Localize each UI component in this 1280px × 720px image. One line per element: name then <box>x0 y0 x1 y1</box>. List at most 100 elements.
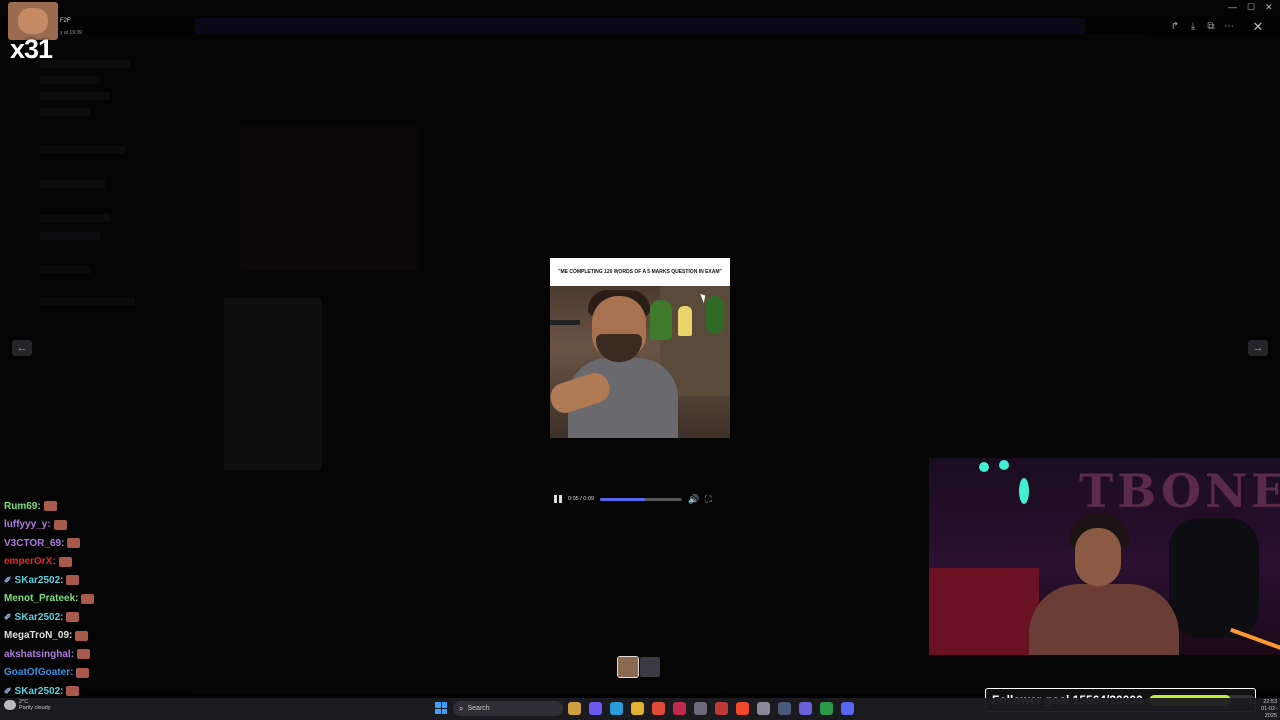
app-icon-red[interactable] <box>673 702 686 715</box>
widgets-icon[interactable] <box>568 702 581 715</box>
video-time: 0:05 / 0:09 <box>568 496 594 502</box>
chat-username: SKar2502: <box>14 611 64 623</box>
chat-message: luffyyy_y: <box>4 516 194 535</box>
share-icon[interactable]: ↱ <box>1168 20 1182 34</box>
sword-badge-icon: ✐ <box>4 611 12 622</box>
chat-username: akshatsinghal: <box>4 648 75 660</box>
chat-message: ✐ SKar2502: <box>4 571 194 590</box>
app-icon-grey[interactable] <box>757 702 770 715</box>
chrome-icon[interactable] <box>652 702 665 715</box>
emote-icon <box>67 538 81 549</box>
video-controls: 0:05 / 0:09 🔊 ⛶ <box>550 492 730 506</box>
windows-taskbar: 2°C Partly cloudy ⌕ Search 22:53 01-02-2… <box>0 698 1280 720</box>
media-thumbnail[interactable] <box>640 657 660 677</box>
window-close-icon[interactable]: ✕ <box>1265 2 1273 13</box>
chat-message: V3CTOR_69: <box>4 534 194 553</box>
window-controls: — ☐ ✕ <box>1228 2 1273 13</box>
webcam-neon <box>1230 627 1280 653</box>
emote-icon <box>77 649 91 660</box>
webcam-person-face <box>1075 528 1121 586</box>
video-caption: "ME COMPLETING 120 WORDS OF A 5 MARKS QU… <box>558 269 722 275</box>
chat-username: V3CTOR_69: <box>4 537 65 549</box>
chat-username: Rum69: <box>4 500 41 512</box>
copilot-icon[interactable] <box>589 702 602 715</box>
edge-icon[interactable] <box>610 702 623 715</box>
stream-chat: Rum69: luffyyy_y: V3CTOR_69: emperOrX: ✐ SKar… <box>4 497 194 701</box>
video-frame-image <box>550 286 730 438</box>
close-viewer-button[interactable]: ✕ <box>1250 19 1266 35</box>
video-player[interactable]: "ME COMPLETING 120 WORDS OF A 5 MARKS QU… <box>550 258 730 438</box>
viewer-toolbar: ↱ ⤓ ⧉ ⋯ <box>1168 20 1236 34</box>
system-clock[interactable]: 22:53 01-02-2025 <box>1255 699 1277 720</box>
pause-icon[interactable] <box>554 495 562 503</box>
emote-icon <box>76 667 90 678</box>
media-thumbnail-active[interactable] <box>617 656 639 678</box>
chat-username: GoatOfGoater: <box>4 667 74 679</box>
webcam-sign: TBONE <box>1079 464 1280 518</box>
chat-message: MegaTroN_09: <box>4 627 194 646</box>
discord-icon[interactable] <box>841 702 854 715</box>
emote-icon <box>53 519 67 530</box>
chrome-icon-2[interactable] <box>820 702 833 715</box>
explorer-icon[interactable] <box>631 702 644 715</box>
notification-subtext: y at 19:39 <box>60 30 82 36</box>
chat-username: SKar2502: <box>14 574 64 586</box>
chat-message: akshatsinghal: <box>4 645 194 664</box>
combo-multiplier: x31 <box>10 34 53 64</box>
calendar-icon[interactable] <box>715 702 728 715</box>
next-media-button[interactable]: → <box>1248 340 1268 356</box>
screen: — ☐ ✕ ↱ ⤓ ⧉ ⋯ ✕ ← → "ME COMPLETING 120 W… <box>0 0 1280 720</box>
brave-icon[interactable] <box>736 702 749 715</box>
more-icon[interactable]: ⋯ <box>1222 20 1236 34</box>
download-icon[interactable]: ⤓ <box>1186 20 1200 34</box>
sword-badge-icon: ✐ <box>4 574 12 585</box>
taskbar-apps <box>568 702 854 715</box>
maximize-icon[interactable]: ☐ <box>1247 2 1255 13</box>
video-progress-bar[interactable] <box>600 497 682 501</box>
chat-username: luffyyy_y: <box>4 519 51 531</box>
light-icon <box>1019 478 1029 504</box>
chat-message: Rum69: <box>4 497 194 516</box>
emote-icon <box>58 556 72 567</box>
weather-widget[interactable]: 2°C Partly cloudy <box>4 699 51 711</box>
minimize-icon[interactable]: — <box>1228 2 1237 13</box>
light-icon <box>999 460 1009 470</box>
chat-message: emperOrX: <box>4 553 194 572</box>
steam-icon[interactable] <box>778 702 791 715</box>
emote-icon <box>75 630 89 641</box>
weather-desc: Partly cloudy <box>19 705 51 711</box>
light-icon <box>979 462 989 472</box>
emote-icon <box>43 501 57 512</box>
volume-icon[interactable]: 🔊 <box>688 494 699 504</box>
search-label: Search <box>467 705 490 712</box>
cloud-icon <box>4 700 16 710</box>
teams-icon[interactable] <box>799 702 812 715</box>
search-icon: ⌕ <box>459 703 464 713</box>
media-thumbnail-strip <box>617 656 660 678</box>
emote-icon <box>66 612 80 623</box>
clock-time: 22:53 <box>1263 699 1277 705</box>
chat-message: GoatOfGoater: <box>4 664 194 683</box>
webcam-feed: TBONE <box>929 458 1280 655</box>
sword-badge-icon: ✐ <box>4 685 12 696</box>
webcam-person-body <box>1029 584 1179 655</box>
previous-media-button[interactable]: ← <box>12 340 32 356</box>
open-external-icon[interactable]: ⧉ <box>1204 20 1218 34</box>
start-button[interactable] <box>435 702 447 714</box>
webcam-red-light <box>929 568 1039 655</box>
chat-message: Menot_Prateek: <box>4 590 194 609</box>
chat-message: ✐ SKar2502: <box>4 608 194 627</box>
emote-icon <box>66 686 80 697</box>
clock-date: 01-02-2025 <box>1261 706 1277 719</box>
emote-icon <box>81 593 95 604</box>
taskbar-search[interactable]: ⌕ Search <box>453 701 563 716</box>
chat-username: emperOrX: <box>4 556 56 568</box>
webcam-chair <box>1169 518 1259 638</box>
video-progress-fill <box>600 497 646 501</box>
settings-icon[interactable] <box>694 702 707 715</box>
chat-username: SKar2502: <box>14 685 64 697</box>
fullscreen-icon[interactable]: ⛶ <box>705 494 711 504</box>
emote-icon <box>66 575 80 586</box>
chat-username: Menot_Prateek: <box>4 593 79 605</box>
notification-text: F2F <box>60 18 71 24</box>
